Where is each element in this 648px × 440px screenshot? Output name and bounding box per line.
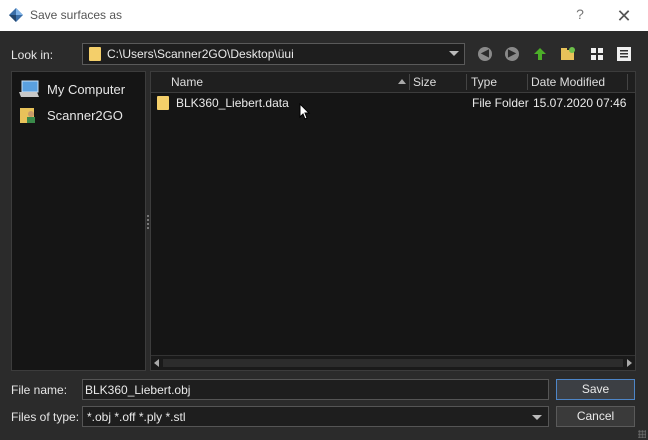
file-name-field[interactable] bbox=[82, 379, 549, 400]
detail-view-button[interactable] bbox=[613, 44, 635, 64]
sidebar-item-my-computer[interactable]: My Computer bbox=[18, 78, 143, 100]
file-list[interactable]: Name Size Type Date Modified BLK360_Lieb… bbox=[150, 71, 636, 371]
mouse-cursor-icon bbox=[299, 103, 311, 120]
back-button[interactable]: ◀ bbox=[474, 44, 496, 64]
user-folder-icon bbox=[20, 108, 35, 123]
parent-directory-button[interactable] bbox=[529, 44, 551, 64]
column-header-name[interactable]: Name bbox=[171, 72, 203, 92]
folder-icon bbox=[89, 47, 101, 61]
new-folder-icon bbox=[561, 47, 575, 60]
list-view-button[interactable] bbox=[586, 44, 608, 64]
file-name-cell: BLK360_Liebert.data bbox=[176, 96, 289, 110]
column-header-type[interactable]: Type bbox=[471, 72, 497, 92]
help-button[interactable]: ? bbox=[570, 6, 590, 26]
forward-arrow-icon: ▶ bbox=[505, 47, 519, 61]
forward-button[interactable]: ▶ bbox=[501, 44, 523, 64]
file-name-label: File name: bbox=[11, 383, 68, 397]
sort-ascending-icon bbox=[398, 79, 406, 84]
app-icon bbox=[9, 8, 23, 22]
look-in-path: C:\Users\Scanner2GO\Desktop\üui bbox=[107, 47, 294, 61]
file-date-cell: 15.07.2020 07:46 bbox=[533, 96, 627, 110]
window-title: Save surfaces as bbox=[30, 8, 123, 22]
computer-icon bbox=[19, 80, 39, 97]
title-bar: Save surfaces as ? ✕ bbox=[0, 0, 648, 31]
sidebar-item-label: My Computer bbox=[47, 82, 126, 97]
scrollbar-track[interactable] bbox=[163, 359, 623, 367]
file-list-header: Name Size Type Date Modified bbox=[151, 72, 635, 93]
file-type-cell: File Folder bbox=[472, 96, 529, 110]
sidebar: My Computer Scanner2GO bbox=[11, 71, 146, 371]
new-folder-button[interactable] bbox=[557, 44, 579, 64]
column-header-date[interactable]: Date Modified bbox=[531, 72, 605, 92]
chevron-down-icon[interactable] bbox=[532, 415, 542, 420]
detail-view-icon bbox=[617, 47, 631, 61]
column-divider[interactable] bbox=[466, 74, 467, 90]
column-header-size[interactable]: Size bbox=[413, 72, 436, 92]
file-name-input[interactable] bbox=[83, 380, 548, 399]
splitter-grip bbox=[147, 215, 149, 229]
table-row[interactable]: BLK360_Liebert.data File Folder 15.07.20… bbox=[151, 93, 635, 113]
folder-icon bbox=[157, 96, 169, 110]
look-in-label: Look in: bbox=[11, 48, 54, 62]
back-arrow-icon: ◀ bbox=[478, 47, 492, 61]
save-button[interactable]: Save bbox=[556, 379, 635, 400]
horizontal-scrollbar[interactable] bbox=[151, 355, 635, 370]
column-divider[interactable] bbox=[627, 74, 628, 90]
list-view-icon bbox=[591, 48, 603, 60]
column-divider[interactable] bbox=[409, 74, 410, 90]
sidebar-item-label: Scanner2GO bbox=[47, 108, 123, 123]
up-arrow-icon bbox=[534, 48, 546, 60]
file-type-value: *.obj *.off *.ply *.stl bbox=[87, 410, 186, 424]
cancel-button[interactable]: Cancel bbox=[556, 406, 635, 427]
close-button[interactable]: ✕ bbox=[612, 4, 636, 28]
column-divider[interactable] bbox=[527, 74, 528, 90]
chevron-down-icon[interactable] bbox=[449, 51, 459, 56]
resize-grip[interactable] bbox=[638, 430, 646, 438]
file-type-label: Files of type: bbox=[11, 410, 80, 424]
sidebar-item-scanner2go[interactable]: Scanner2GO bbox=[18, 104, 143, 126]
look-in-combo[interactable]: C:\Users\Scanner2GO\Desktop\üui bbox=[82, 43, 465, 65]
file-type-combo[interactable]: *.obj *.off *.ply *.stl bbox=[82, 406, 549, 427]
scroll-right-icon[interactable] bbox=[627, 359, 632, 367]
scroll-left-icon[interactable] bbox=[154, 359, 159, 367]
